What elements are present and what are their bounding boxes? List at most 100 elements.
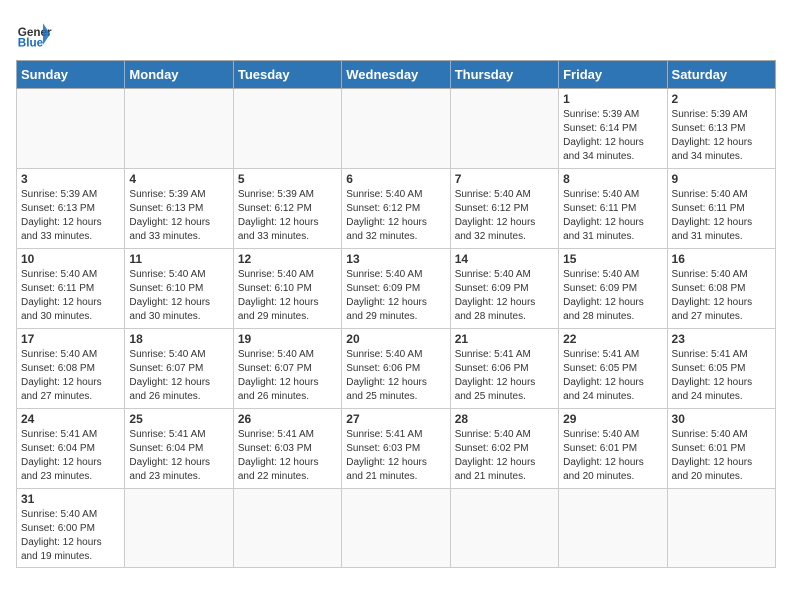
calendar-cell [342, 89, 450, 169]
calendar-cell [233, 89, 341, 169]
day-info: Sunrise: 5:40 AM Sunset: 6:10 PM Dayligh… [129, 268, 228, 324]
calendar-cell: 9 Sunrise: 5:40 AM Sunset: 6:11 PM Daylig… [667, 169, 775, 249]
day-number: 12 [238, 252, 337, 266]
day-number: 23 [672, 332, 771, 346]
day-number: 30 [672, 412, 771, 426]
day-number: 4 [129, 172, 228, 186]
calendar-week-3: 10Sunrise: 5:40 AM Sunset: 6:11 PM Dayli… [17, 249, 776, 329]
day-number: 13 [346, 252, 445, 266]
day-info: Sunrise: 5:40 AM Sunset: 6:07 PM Dayligh… [129, 348, 228, 404]
calendar-header-row: SundayMondayTuesdayWednesdayThursdayFrid… [17, 61, 776, 89]
logo-icon: General Blue [16, 16, 52, 52]
day-number: 31 [21, 492, 120, 506]
calendar-cell [125, 489, 233, 568]
day-info: Sunrise: 5:40 AM Sunset: 6:12 PM Dayligh… [455, 188, 554, 244]
calendar-week-1: 1 Sunrise: 5:39 AM Sunset: 6:14 PM Daylig… [17, 89, 776, 169]
calendar-cell: 1 Sunrise: 5:39 AM Sunset: 6:14 PM Daylig… [559, 89, 667, 169]
calendar-cell: 5Sunrise: 5:39 AM Sunset: 6:12 PM Daylig… [233, 169, 341, 249]
svg-text:Blue: Blue [18, 37, 44, 50]
calendar-cell: 20Sunrise: 5:40 AM Sunset: 6:06 PM Dayli… [342, 329, 450, 409]
calendar-cell: 18 Sunrise: 5:40 AM Sunset: 6:07 PM Dayli… [125, 329, 233, 409]
calendar-cell: 23 Sunrise: 5:41 AM Sunset: 6:05 PM Dayli… [667, 329, 775, 409]
day-number: 18 [129, 332, 228, 346]
calendar-cell: 3 Sunrise: 5:39 AM Sunset: 6:13 PM Daylig… [17, 169, 125, 249]
day-info: Sunrise: 5:40 AM Sunset: 6:01 PM Dayligh… [563, 428, 662, 484]
calendar-cell: 30 Sunrise: 5:40 AM Sunset: 6:01 PM Dayli… [667, 409, 775, 489]
day-number: 1 [563, 92, 662, 106]
calendar-week-2: 3 Sunrise: 5:39 AM Sunset: 6:13 PM Daylig… [17, 169, 776, 249]
calendar-cell: 14Sunrise: 5:40 AM Sunset: 6:09 PM Dayli… [450, 249, 558, 329]
day-number: 16 [672, 252, 771, 266]
calendar-cell [450, 489, 558, 568]
day-number: 3 [21, 172, 120, 186]
calendar-cell [342, 489, 450, 568]
calendar-cell [233, 489, 341, 568]
day-info: Sunrise: 5:40 AM Sunset: 6:02 PM Dayligh… [455, 428, 554, 484]
calendar-cell: 13 Sunrise: 5:40 AM Sunset: 6:09 PM Dayli… [342, 249, 450, 329]
calendar-cell [559, 489, 667, 568]
calendar-cell [450, 89, 558, 169]
calendar-cell: 15Sunrise: 5:40 AM Sunset: 6:09 PM Dayli… [559, 249, 667, 329]
day-info: Sunrise: 5:41 AM Sunset: 6:04 PM Dayligh… [21, 428, 120, 484]
day-number: 7 [455, 172, 554, 186]
calendar-cell: 31 Sunrise: 5:40 AM Sunset: 6:00 PM Dayli… [17, 489, 125, 568]
day-info: Sunrise: 5:41 AM Sunset: 6:05 PM Dayligh… [563, 348, 662, 404]
day-info: Sunrise: 5:39 AM Sunset: 6:13 PM Dayligh… [672, 108, 771, 164]
calendar-cell: 6Sunrise: 5:40 AM Sunset: 6:12 PM Daylig… [342, 169, 450, 249]
day-number: 25 [129, 412, 228, 426]
calendar-cell: 17Sunrise: 5:40 AM Sunset: 6:08 PM Dayli… [17, 329, 125, 409]
day-number: 5 [238, 172, 337, 186]
day-info: Sunrise: 5:40 AM Sunset: 6:09 PM Dayligh… [455, 268, 554, 324]
day-info: Sunrise: 5:40 AM Sunset: 6:00 PM Dayligh… [21, 508, 120, 564]
calendar-cell: 8 Sunrise: 5:40 AM Sunset: 6:11 PM Daylig… [559, 169, 667, 249]
calendar-cell: 11 Sunrise: 5:40 AM Sunset: 6:10 PM Dayli… [125, 249, 233, 329]
day-number: 17 [21, 332, 120, 346]
day-info: Sunrise: 5:41 AM Sunset: 6:03 PM Dayligh… [346, 428, 445, 484]
logo: General Blue [16, 16, 56, 52]
day-number: 22 [563, 332, 662, 346]
calendar-week-5: 24Sunrise: 5:41 AM Sunset: 6:04 PM Dayli… [17, 409, 776, 489]
calendar-table: SundayMondayTuesdayWednesdayThursdayFrid… [16, 60, 776, 568]
day-info: Sunrise: 5:41 AM Sunset: 6:03 PM Dayligh… [238, 428, 337, 484]
calendar-cell: 28 Sunrise: 5:40 AM Sunset: 6:02 PM Dayli… [450, 409, 558, 489]
calendar-cell: 12Sunrise: 5:40 AM Sunset: 6:10 PM Dayli… [233, 249, 341, 329]
weekday-header-monday: Monday [125, 61, 233, 89]
weekday-header-thursday: Thursday [450, 61, 558, 89]
day-number: 9 [672, 172, 771, 186]
day-info: Sunrise: 5:41 AM Sunset: 6:06 PM Dayligh… [455, 348, 554, 404]
day-number: 6 [346, 172, 445, 186]
day-info: Sunrise: 5:40 AM Sunset: 6:11 PM Dayligh… [563, 188, 662, 244]
day-number: 20 [346, 332, 445, 346]
day-info: Sunrise: 5:41 AM Sunset: 6:05 PM Dayligh… [672, 348, 771, 404]
day-number: 19 [238, 332, 337, 346]
calendar-cell: 10Sunrise: 5:40 AM Sunset: 6:11 PM Dayli… [17, 249, 125, 329]
day-number: 10 [21, 252, 120, 266]
day-number: 15 [563, 252, 662, 266]
calendar-cell [667, 489, 775, 568]
day-info: Sunrise: 5:40 AM Sunset: 6:08 PM Dayligh… [672, 268, 771, 324]
calendar-cell [125, 89, 233, 169]
calendar-cell: 27 Sunrise: 5:41 AM Sunset: 6:03 PM Dayli… [342, 409, 450, 489]
weekday-header-wednesday: Wednesday [342, 61, 450, 89]
day-info: Sunrise: 5:39 AM Sunset: 6:13 PM Dayligh… [21, 188, 120, 244]
calendar-cell: 7 Sunrise: 5:40 AM Sunset: 6:12 PM Daylig… [450, 169, 558, 249]
weekday-header-friday: Friday [559, 61, 667, 89]
calendar-cell: 24Sunrise: 5:41 AM Sunset: 6:04 PM Dayli… [17, 409, 125, 489]
calendar-cell: 2 Sunrise: 5:39 AM Sunset: 6:13 PM Daylig… [667, 89, 775, 169]
day-number: 29 [563, 412, 662, 426]
day-info: Sunrise: 5:41 AM Sunset: 6:04 PM Dayligh… [129, 428, 228, 484]
day-number: 2 [672, 92, 771, 106]
day-info: Sunrise: 5:39 AM Sunset: 6:13 PM Dayligh… [129, 188, 228, 244]
calendar-week-6: 31 Sunrise: 5:40 AM Sunset: 6:00 PM Dayli… [17, 489, 776, 568]
day-number: 8 [563, 172, 662, 186]
calendar-cell: 16 Sunrise: 5:40 AM Sunset: 6:08 PM Dayli… [667, 249, 775, 329]
day-info: Sunrise: 5:40 AM Sunset: 6:11 PM Dayligh… [672, 188, 771, 244]
day-info: Sunrise: 5:40 AM Sunset: 6:09 PM Dayligh… [346, 268, 445, 324]
day-info: Sunrise: 5:39 AM Sunset: 6:14 PM Dayligh… [563, 108, 662, 164]
day-number: 28 [455, 412, 554, 426]
day-number: 27 [346, 412, 445, 426]
weekday-header-sunday: Sunday [17, 61, 125, 89]
day-number: 11 [129, 252, 228, 266]
calendar-cell: 22 Sunrise: 5:41 AM Sunset: 6:05 PM Dayli… [559, 329, 667, 409]
day-info: Sunrise: 5:40 AM Sunset: 6:01 PM Dayligh… [672, 428, 771, 484]
